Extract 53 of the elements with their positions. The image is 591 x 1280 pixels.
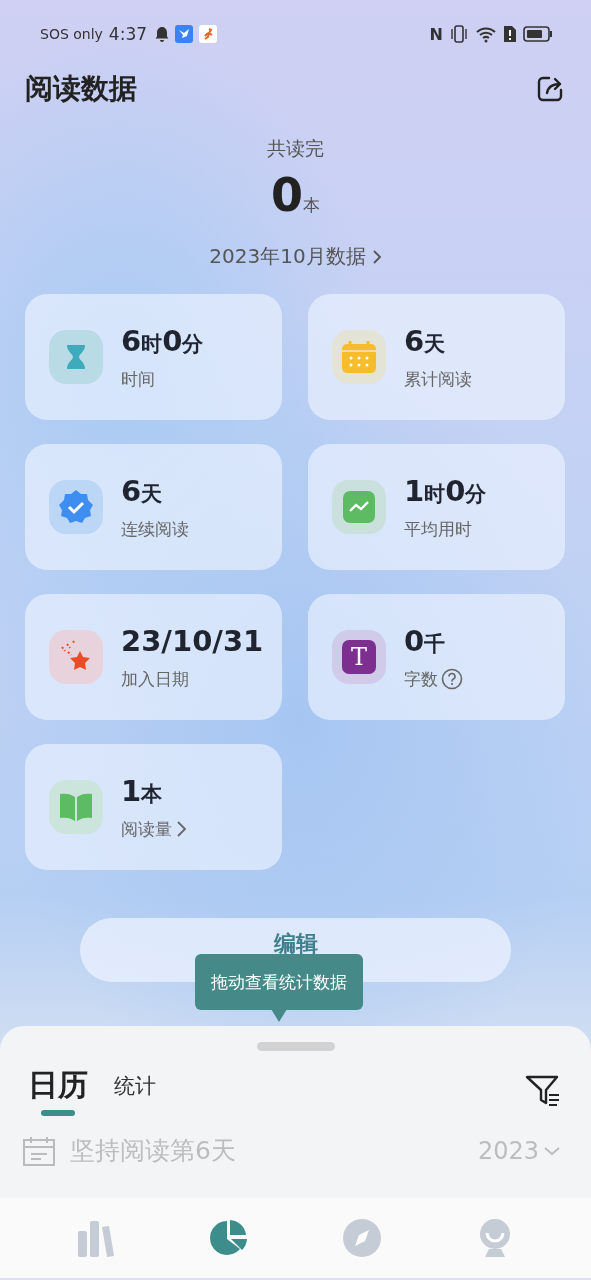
bell-icon (155, 26, 170, 42)
stat-value: 1时0分 (404, 473, 487, 508)
stat-value: 6天 (404, 323, 447, 358)
carrier-text: SOS only (40, 26, 103, 42)
tooltip-pointer (271, 1009, 287, 1022)
sim-alert-icon (503, 25, 517, 43)
stat-card[interactable]: T 0千 字数 (308, 594, 565, 720)
stat-label: 阅读量 (121, 817, 172, 841)
stat-icon (49, 780, 103, 834)
stat-value: 6时0分 (121, 323, 204, 358)
stat-icon (49, 630, 103, 684)
stat-icon (49, 330, 103, 384)
clock-time: 4:37 (108, 24, 148, 44)
stat-card[interactable]: 23/10/31 加入日期 (25, 594, 282, 720)
books-finished-count: 0本 (271, 168, 320, 222)
stat-card[interactable]: 6天 连续阅读 (25, 444, 282, 570)
stat-icon (332, 480, 386, 534)
stat-icon (49, 480, 103, 534)
stat-label: 累计阅读 (404, 367, 472, 391)
streak-text: 坚持阅读第6天 (70, 1135, 236, 1167)
stat-value: 6天 (121, 473, 164, 508)
stat-icon (332, 330, 386, 384)
wifi-icon (475, 25, 497, 43)
battery-icon (523, 26, 553, 42)
stat-label: 字数 (404, 667, 438, 691)
stat-value: 1本 (121, 773, 164, 808)
drag-tooltip: 拖动查看统计数据 (195, 954, 363, 1010)
stat-label: 时间 (121, 367, 155, 391)
sheet-tab[interactable]: 统计 (114, 1071, 156, 1110)
help-icon[interactable] (441, 668, 463, 690)
sheet-tab[interactable]: 日历 (28, 1065, 88, 1116)
chevron-right-icon[interactable] (175, 820, 187, 838)
stat-card[interactable]: 6时0分 时间 (25, 294, 282, 420)
summary-label: 共读完 (267, 136, 324, 161)
bird-app-icon (175, 25, 194, 43)
stat-label: 平均用时 (404, 517, 472, 541)
stat-card[interactable]: 1本 阅读量 (25, 744, 282, 870)
stat-label: 连续阅读 (121, 517, 189, 541)
share-icon[interactable] (535, 74, 565, 104)
stat-value: 23/10/31 (121, 623, 264, 658)
stat-icon: T (332, 630, 386, 684)
month-data-link[interactable]: 2023年10月数据 (209, 243, 382, 270)
drag-handle[interactable] (256, 1042, 335, 1051)
vibrate-icon (449, 25, 469, 43)
stat-card[interactable]: 1时0分 平均用时 (308, 444, 565, 570)
nfc-icon: N (429, 24, 443, 44)
page-title: 阅读数据 (25, 71, 137, 107)
calendar-icon (22, 1135, 56, 1166)
stat-card[interactable]: 6天 累计阅读 (308, 294, 565, 420)
chevron-right-icon[interactable] (371, 248, 382, 265)
stat-value: 0千 (404, 623, 447, 658)
stat-label: 加入日期 (121, 667, 189, 691)
runner-app-icon (199, 25, 218, 43)
